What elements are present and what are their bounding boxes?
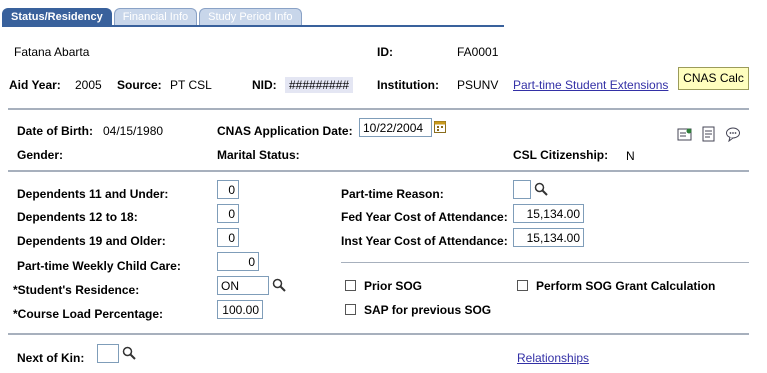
sap-previous-sog-checkbox[interactable] (345, 304, 356, 315)
csl-citizenship-value: N (626, 149, 635, 163)
fed-coa-input[interactable] (513, 204, 584, 223)
source-value: PT CSL (170, 78, 212, 92)
notes-icon[interactable] (701, 126, 717, 145)
perform-sog-label: Perform SOG Grant Calculation (536, 279, 716, 293)
sap-previous-sog-label: SAP for previous SOG (364, 303, 492, 317)
course-load-label: *Course Load Percentage: (13, 307, 164, 321)
aid-year-value: 2005 (75, 78, 102, 92)
residence-lookup-icon[interactable] (272, 278, 286, 292)
dependents-11-label: Dependents 11 and Under: (17, 187, 169, 201)
tab-underline (2, 25, 504, 27)
student-name: Fatana Abarta (14, 45, 90, 59)
nid-value: ######### (285, 77, 354, 93)
cnas-app-date-label: CNAS Application Date: (217, 124, 353, 138)
tab-financial-info[interactable]: Financial Info (113, 8, 198, 25)
child-care-input[interactable] (217, 252, 259, 271)
part-time-reason-lookup-icon[interactable] (534, 182, 548, 196)
next-of-kin-input[interactable] (97, 344, 119, 363)
source-label: Source: (117, 78, 162, 92)
divider (341, 262, 749, 263)
fed-coa-label: Fed Year Cost of Attendance: (341, 210, 508, 224)
part-time-student-extensions-link[interactable]: Part-time Student Extensions (513, 78, 668, 92)
institution-label: Institution: (377, 78, 439, 92)
divider (8, 108, 749, 110)
course-load-input[interactable] (217, 300, 263, 319)
dob-label: Date of Birth: (17, 124, 93, 138)
relationships-link[interactable]: Relationships (517, 351, 589, 365)
student-residence-input[interactable] (217, 276, 269, 295)
prior-sog-label: Prior SOG (364, 279, 423, 293)
child-care-label: Part-time Weekly Child Care: (17, 259, 181, 273)
nid-label: NID: (252, 78, 277, 92)
csl-citizenship-label: CSL Citizenship: (513, 148, 609, 162)
id-label: ID: (377, 45, 393, 59)
dob-value: 04/15/1980 (103, 124, 164, 138)
address-icon[interactable] (677, 126, 693, 145)
next-of-kin-label: Next of Kin: (17, 351, 85, 365)
gender-label: Gender: (17, 148, 64, 162)
cnas-calc-button[interactable]: CNAS Calc (678, 67, 749, 90)
marital-status-label: Marital Status: (217, 148, 300, 162)
institution-value: PSUNV (457, 78, 499, 92)
inst-coa-label: Inst Year Cost of Attendance: (341, 234, 508, 248)
part-time-reason-label: Part-time Reason: (341, 187, 444, 201)
calendar-icon[interactable] (434, 120, 446, 136)
tab-study-period-info[interactable]: Study Period Info (199, 8, 302, 25)
comments-icon[interactable] (725, 126, 741, 145)
dependents-12-18-input[interactable] (217, 204, 239, 223)
dependents-11-input[interactable] (217, 180, 239, 199)
tab-bar: Status/Residency Financial Info Study Pe… (2, 8, 304, 25)
next-of-kin-lookup-icon[interactable] (122, 346, 136, 360)
divider (8, 170, 749, 172)
prior-sog-checkbox[interactable] (345, 280, 356, 291)
tab-status-residency[interactable]: Status/Residency (2, 8, 112, 25)
student-residence-label: *Student's Residence: (13, 283, 140, 297)
part-time-reason-input[interactable] (513, 180, 531, 199)
perform-sog-checkbox[interactable] (517, 280, 528, 291)
divider (8, 333, 749, 335)
dependents-12-18-label: Dependents 12 to 18: (17, 210, 138, 224)
inst-coa-input[interactable] (513, 228, 584, 247)
dependents-19-label: Dependents 19 and Older: (17, 234, 166, 248)
aid-year-label: Aid Year: (9, 78, 61, 92)
dependents-19-input[interactable] (217, 228, 239, 247)
id-value: FA0001 (457, 45, 499, 59)
cnas-app-date-input[interactable] (359, 118, 432, 137)
